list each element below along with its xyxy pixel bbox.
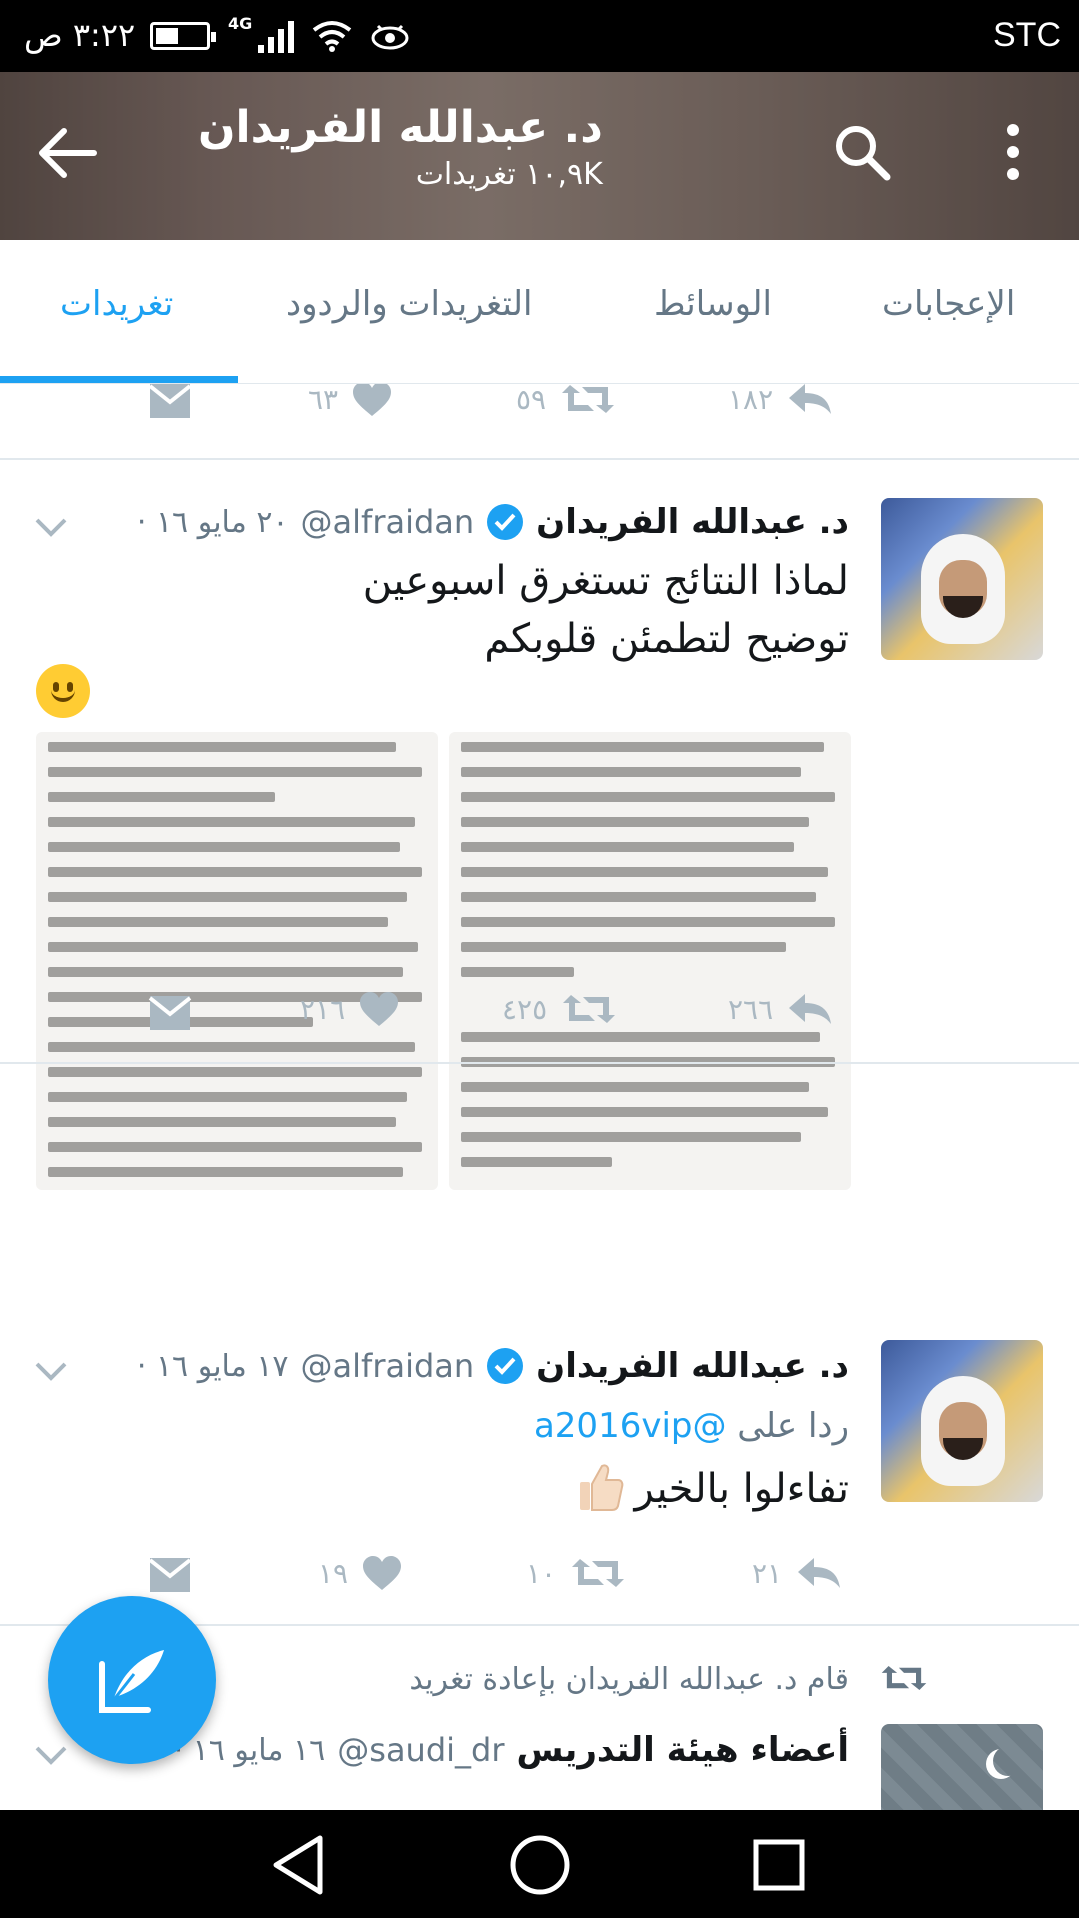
retweet-button[interactable]: ٥٩ [516,384,616,424]
retweet-context-text: قام د. عبدالله الفريدان بإعادة تغريد [409,1662,849,1697]
retweet-icon [563,995,616,1023]
tweet-author-name[interactable]: د. عبدالله الفريدان [536,1346,849,1386]
carrier-name: STC [993,16,1061,54]
battery-icon [150,22,216,50]
retweet-count: ١٠ [526,1556,557,1590]
header-title: د. عبدالله الفريدان ١٠,٩K تغريدات [198,102,603,192]
chevron-down-icon[interactable] [34,516,68,538]
tweet-media-image[interactable] [449,732,851,1190]
profile-header: د. عبدالله الفريدان ١٠,٩K تغريدات [0,72,1079,240]
tab-likes[interactable]: الإعجابات [882,284,1015,324]
verified-badge-icon [487,504,524,540]
back-arrow-icon[interactable] [36,126,98,180]
tab-media[interactable]: الوسائط [654,284,772,324]
tweet-header: د. عبدالله الفريدان @alfraidan ٢٠ مايو ١… [137,502,849,542]
eye-comfort-icon [371,24,409,50]
reply-icon [798,1558,841,1588]
heart-icon [360,992,399,1026]
tweet-author-name[interactable]: د. عبدالله الفريدان [536,502,849,542]
tweet-header: د. عبدالله الفريدان @alfraidan ١٧ مايو ١… [137,1346,849,1386]
network-type-label: 4G [228,14,253,33]
search-icon[interactable] [832,122,892,182]
timeline: ١٨٢ ٥٩ ٦٣ د. عبدالله الفريدان @alfraidan… [0,384,1079,1810]
like-count: ٦٣ [308,384,339,416]
compose-feather-icon [99,1650,164,1713]
reply-count: ١٨٢ [728,384,774,416]
reply-icon [789,994,832,1024]
like-button[interactable]: ٢١٦ [300,984,399,1034]
tweet-media-image[interactable] [36,732,438,1190]
tweet-date: ١٦ مايو ١٦ · [173,1732,326,1768]
android-nav-bar [0,1810,1079,1918]
tweet-author-handle: @alfraidan [300,1347,475,1385]
chevron-down-icon[interactable] [34,1744,68,1766]
tab-active-indicator [0,376,238,383]
reply-button[interactable]: ٢١ [752,1548,842,1598]
tweet-header: أعضاء هيئة التدريس @saudi_dr ١٦ مايو ١٦ … [174,1730,849,1770]
like-count: ١٩ [318,1556,349,1590]
avatar[interactable] [881,1724,1043,1810]
compose-tweet-button[interactable] [48,1596,216,1764]
status-bar: ٣:٢٢ ص 4G STC [0,0,1079,72]
retweet-button[interactable]: ٤٢٥ [502,984,617,1034]
tab-tweets[interactable]: تغريدات [60,284,173,324]
retweet-icon [562,385,615,413]
profile-tabs: تغريدات التغريدات والردود الوسائط الإعجا… [0,240,1079,384]
retweet-icon [572,1559,625,1587]
tweet-author-handle: @alfraidan [300,503,475,541]
chevron-down-icon[interactable] [34,1360,68,1382]
tweet-author-name[interactable]: أعضاء هيئة التدريس [517,1730,850,1770]
reply-mention-link[interactable]: @a2016vip [534,1406,727,1446]
divider [0,1062,1079,1064]
nav-recents-icon[interactable] [744,1830,814,1900]
like-button[interactable]: ١٩ [318,1548,402,1598]
more-vertical-icon[interactable] [996,122,1030,182]
tweet-date: ١٧ مايو ١٦ · [136,1348,289,1384]
heart-icon [363,1556,402,1590]
envelope-icon[interactable] [148,988,192,1038]
reply-button[interactable]: ١٨٢ [728,384,833,424]
avatar[interactable] [881,1340,1043,1502]
tweet-text-line: لماذا النتائج تستغرق اسبوعين [362,558,849,604]
thumbs-up-emoji [580,1464,624,1511]
tweet-text: تفاءلوا بالخير [634,1466,849,1512]
retweet-count: ٤٢٥ [502,992,548,1026]
reply-count: ٢٦٦ [728,992,774,1026]
nav-back-icon[interactable] [264,1830,334,1900]
divider [0,458,1079,460]
reply-count: ٢١ [752,1556,783,1590]
envelope-icon[interactable] [148,384,192,426]
wifi-icon [313,21,352,52]
tweet-count: ١٠,٩K تغريدات [415,157,603,192]
like-count: ٢١٦ [300,992,346,1026]
verified-badge-icon [487,1348,524,1384]
tab-tweets-replies[interactable]: التغريدات والردود [286,284,532,324]
signal-icon [258,19,295,53]
heart-icon [353,384,392,416]
reply-icon [789,384,832,414]
smiling-face-emoji [36,664,90,718]
retweet-context-icon [881,1666,927,1690]
profile-name: د. عبدالله الفريدان [198,102,603,153]
retweet-count: ٥٩ [516,384,547,416]
status-time: ٣:٢٢ ص [24,16,136,54]
avatar[interactable] [881,498,1043,660]
tweet-author-handle: @saudi_dr [337,1731,505,1769]
reply-button[interactable]: ٢٦٦ [728,984,833,1034]
retweet-button[interactable]: ١٠ [526,1548,626,1598]
tweet-text-line: توضيح لتطمئن قلوبكم [484,616,849,662]
tweet-date: ٢٠ مايو ١٦ · [136,504,289,540]
like-button[interactable]: ٦٣ [308,384,392,424]
reply-context: ردا على @a2016vip [534,1406,849,1446]
reply-prefix: ردا على [737,1406,849,1446]
status-icons: 4G [150,14,410,58]
nav-home-icon[interactable] [505,1830,575,1900]
envelope-icon[interactable] [148,1550,192,1600]
